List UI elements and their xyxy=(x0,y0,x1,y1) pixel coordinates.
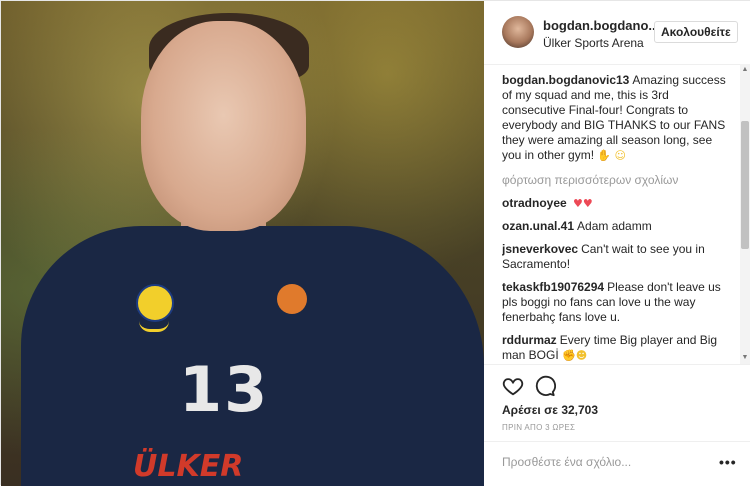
instagram-post: 13 ÜLKER bogdan.bogdano.. Ülker Sports A… xyxy=(0,0,750,486)
list-item: rddurmaz Every time Big player and Big ma… xyxy=(502,333,732,363)
comments-scrollbar[interactable]: ▲ ▼ xyxy=(740,64,750,364)
fenerbahce-crest-icon xyxy=(136,284,174,322)
post-timestamp: ΠΡΙΝ ΑΠΟ 3 ΩΡΕΣ xyxy=(502,423,576,432)
caption: bogdan.bogdanovic13 Amazing success of my… xyxy=(502,73,732,163)
ok-hand-emoji-icon: ✋ xyxy=(597,149,612,162)
comment-username[interactable]: ozan.unal.41 xyxy=(502,219,574,233)
more-options-icon[interactable]: ••• xyxy=(719,454,737,470)
player-head xyxy=(141,21,306,231)
post-photo[interactable]: 13 ÜLKER xyxy=(1,1,484,486)
post-header: bogdan.bogdano.. Ülker Sports Arena Ακολ… xyxy=(484,1,750,65)
jersey-sponsor: ÜLKER xyxy=(133,449,244,484)
actions-divider xyxy=(484,364,750,366)
jersey-number: 13 xyxy=(179,353,270,426)
scrollbar-thumb[interactable] xyxy=(741,121,749,249)
comments-list: bogdan.bogdanovic13 Amazing success of my… xyxy=(502,73,732,363)
comment-username[interactable]: tekaskfb19076294 xyxy=(502,280,604,294)
comment-text: Adam adamm xyxy=(577,219,652,233)
avatar[interactable] xyxy=(502,16,534,48)
scroll-down-arrow-icon[interactable]: ▼ xyxy=(740,354,750,362)
post-side-panel: bogdan.bogdano.. Ülker Sports Arena Ακολ… xyxy=(484,1,750,486)
comment-username[interactable]: otradnoyee xyxy=(502,196,567,210)
following-button[interactable]: Ακολουθείτε xyxy=(654,21,738,43)
comment-username[interactable]: rddurmaz xyxy=(502,333,557,347)
red-heart-icon: ♥♥ xyxy=(573,197,593,210)
caption-username[interactable]: bogdan.bogdanovic13 xyxy=(502,73,629,87)
smile-emoji-icon: ☺ xyxy=(614,149,626,162)
header-username[interactable]: bogdan.bogdano.. xyxy=(543,18,656,33)
list-item: jsneverkovec Can't wait to see you in Sac… xyxy=(502,242,732,272)
comment-username[interactable]: jsneverkovec xyxy=(502,242,578,256)
heart-outline-icon[interactable] xyxy=(502,375,524,397)
likes-count[interactable]: Αρέσει σε 32,703 xyxy=(502,403,598,417)
load-more-comments-link[interactable]: φόρτωση περισσότερων σχολίων xyxy=(502,173,732,188)
add-comment-input[interactable] xyxy=(502,453,692,471)
speech-bubble-icon[interactable] xyxy=(534,375,556,397)
list-item: ozan.unal.41 Adam adamm xyxy=(502,219,732,234)
euroleague-logo-icon xyxy=(277,284,307,314)
list-item: otradnoyee ♥♥ xyxy=(502,196,732,211)
scroll-up-arrow-icon[interactable]: ▲ xyxy=(740,66,750,74)
header-location[interactable]: Ülker Sports Arena xyxy=(543,36,644,50)
flexed-biceps-emoji-icon: ✊ xyxy=(562,349,576,362)
sunglasses-emoji-icon: ☻ xyxy=(575,349,588,362)
list-item: tekaskfb19076294 Please don't leave us pl… xyxy=(502,280,732,325)
